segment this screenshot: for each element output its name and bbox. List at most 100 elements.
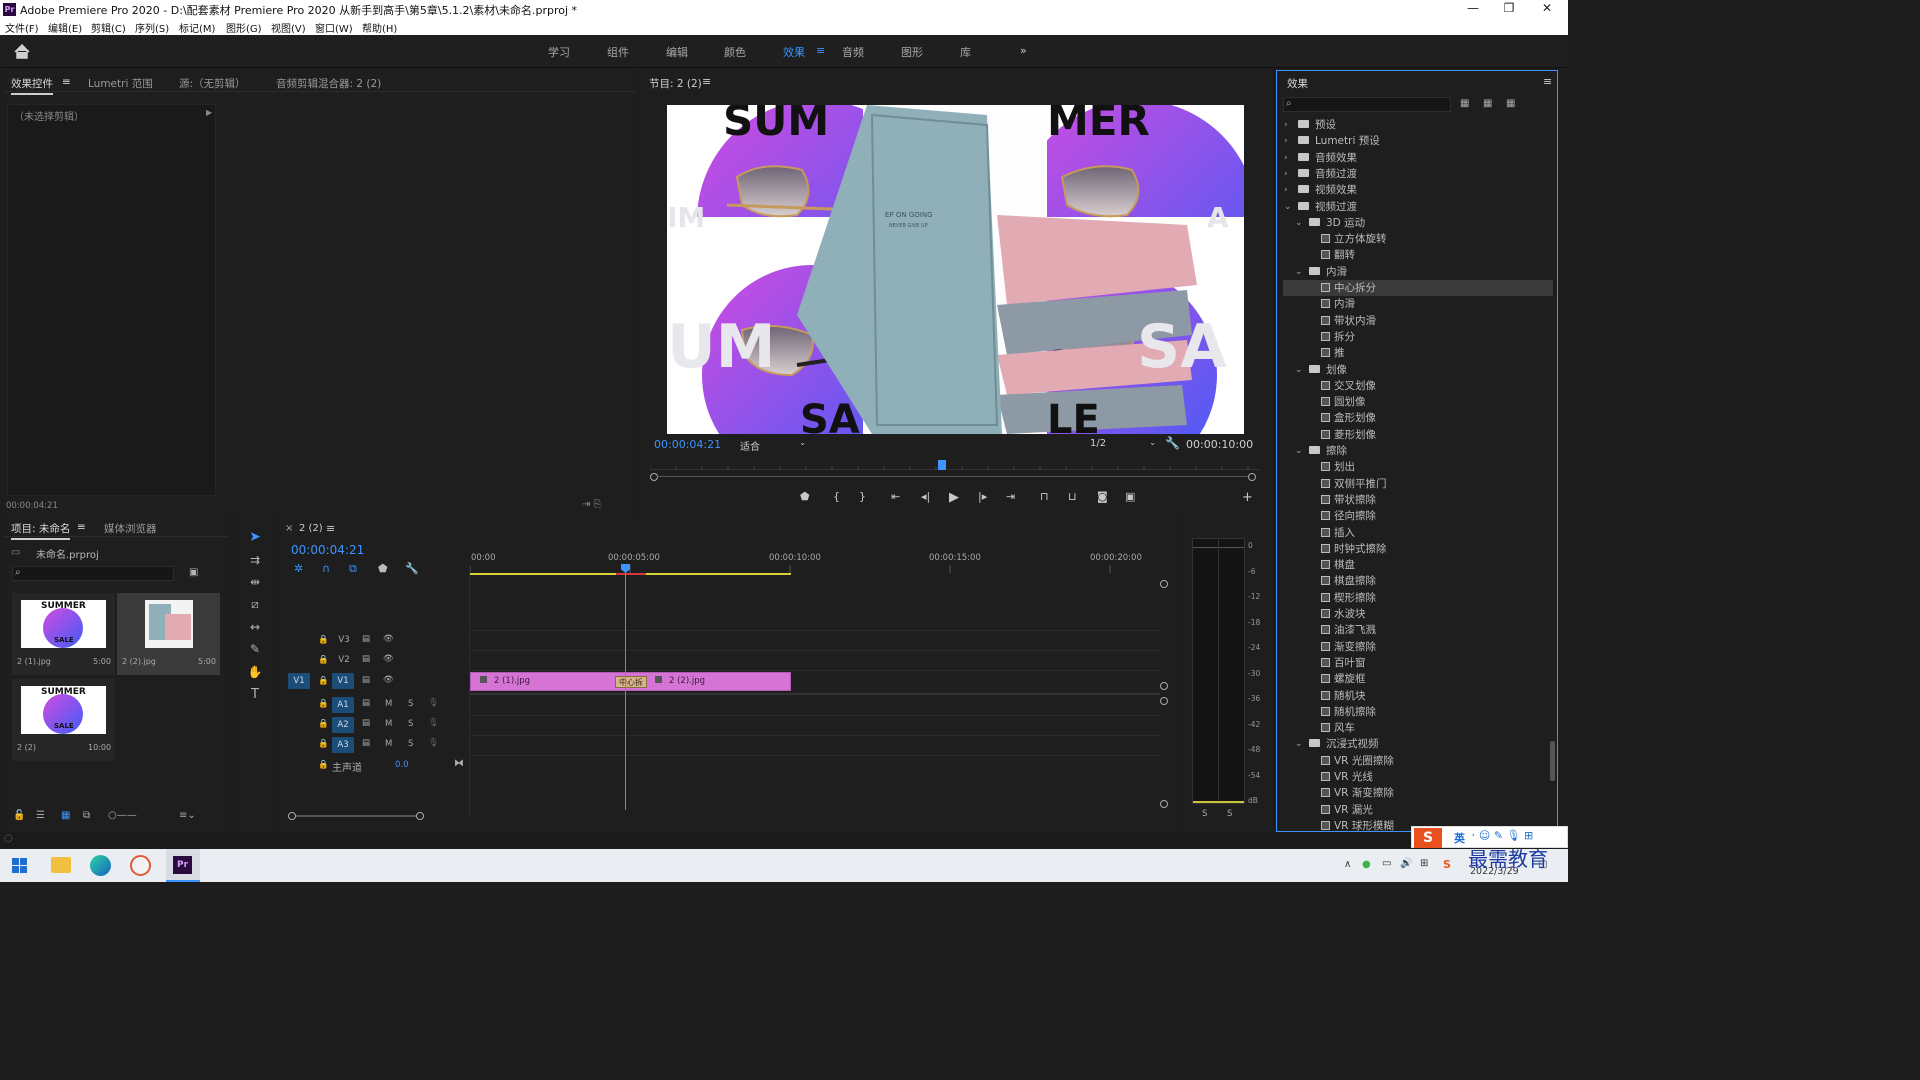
vscroll-handle-mid[interactable] (1160, 682, 1168, 690)
go-to-out-icon[interactable]: ⇥ (1006, 490, 1015, 503)
effects-item[interactable]: 内滑 (1283, 296, 1553, 312)
effects-item[interactable]: 盒形划像 (1283, 410, 1553, 426)
chevron-right-icon[interactable]: › (1284, 133, 1292, 149)
track-label-v3[interactable]: V3 (336, 635, 352, 645)
program-playhead-icon[interactable] (938, 460, 946, 470)
eye-icon[interactable]: 👁 (383, 675, 394, 685)
sync-lock-icon[interactable]: ▤ (362, 718, 370, 728)
sogou-logo-icon[interactable]: S (1414, 828, 1442, 848)
effects-item[interactable]: 棋盘擦除 (1283, 573, 1553, 589)
minimize-button[interactable]: — (1454, 0, 1492, 19)
add-button-icon[interactable]: + (1242, 490, 1253, 505)
lock-icon[interactable]: 🔓 (13, 810, 25, 821)
effects-item[interactable]: 渐变擦除 (1283, 639, 1553, 655)
track-label-a3[interactable]: A3 (332, 737, 354, 753)
menu-graphics[interactable]: 图形(G) (226, 20, 262, 35)
track-label-v1[interactable]: V1 (332, 673, 354, 689)
extract-icon[interactable]: ⊔ (1068, 490, 1077, 503)
chevron-right-icon[interactable]: › (1284, 182, 1292, 198)
program-video-frame[interactable]: EP ON GOING NEVER GIVE UP IM A UM SA SUM… (667, 105, 1244, 434)
tab-media-browser[interactable]: 媒体浏览器 (104, 521, 157, 536)
effects-folder[interactable]: ⌄ 擦除 (1283, 443, 1553, 459)
effects-item[interactable]: 立方体旋转 (1283, 231, 1553, 247)
mute-button[interactable]: M (385, 699, 392, 709)
track-label-v2[interactable]: V2 (336, 655, 352, 665)
effects-item[interactable]: VR 渐变擦除 (1283, 785, 1553, 801)
vscroll-handle-top[interactable] (1160, 580, 1168, 588)
timeline-timecode[interactable]: 00:00:04:21 (291, 543, 364, 557)
effects-menu-icon[interactable]: ≡ (1543, 75, 1552, 88)
close-sequence-icon[interactable]: × (285, 523, 293, 534)
wrench-icon[interactable]: 🔧 (1165, 436, 1180, 450)
track-select-tool-icon[interactable]: ⇉ (242, 553, 268, 567)
effects-folder[interactable]: ⌄ 视频过渡 (1283, 199, 1553, 215)
meter-solo-left[interactable]: S (1202, 809, 1207, 819)
tray-chevron-icon[interactable]: ∧ (1344, 859, 1351, 870)
chevron-down-icon[interactable]: ⌄ (1295, 443, 1303, 459)
menu-clip[interactable]: 剪辑(C) (91, 20, 126, 35)
lock-icon[interactable]: 🔒 (318, 635, 329, 645)
expand-arrow-icon[interactable]: ▶ (206, 108, 212, 117)
linked-selection-icon[interactable]: ⧉ (349, 562, 357, 576)
chevron-down-icon[interactable]: ⌄ (1284, 199, 1292, 215)
project-item[interactable]: SUMMER SALE 2 (1).jpg 5:00 (12, 593, 115, 675)
effects-item[interactable]: VR 漏光 (1283, 802, 1553, 818)
lock-icon[interactable]: 🔒 (318, 719, 329, 729)
sync-lock-icon[interactable]: ▤ (362, 634, 370, 644)
effects-folder[interactable]: › 音频过渡 (1283, 166, 1553, 182)
sort-icon[interactable]: ≡⌄ (179, 810, 196, 821)
sync-lock-icon[interactable]: ▤ (362, 654, 370, 664)
ws-audio[interactable]: 音频 (842, 44, 864, 60)
list-view-icon[interactable]: ☰ (36, 810, 45, 821)
premiere-taskbar-button[interactable]: Pr (166, 849, 200, 882)
menu-window[interactable]: 窗口(W) (315, 20, 353, 35)
effects-folder[interactable]: ⌄ 沉浸式视频 (1283, 736, 1553, 752)
effects-item[interactable]: 油漆飞溅 (1283, 622, 1553, 638)
slip-tool-icon[interactable]: ↔ (242, 620, 268, 634)
ws-effects-menu-icon[interactable]: ≡ (816, 44, 825, 57)
project-item[interactable]: SUMMER SALE 2 (2) 10:00 (12, 679, 115, 761)
tab-effect-controls-menu-icon[interactable]: ≡ (62, 76, 71, 88)
ws-color[interactable]: 颜色 (724, 44, 746, 60)
effects-item[interactable]: 菱形划像 (1283, 427, 1553, 443)
volume-icon[interactable]: 🔊 (1400, 858, 1412, 869)
effects-item[interactable]: 圆划像 (1283, 394, 1553, 410)
chevron-down-icon[interactable]: ⌄ (1295, 362, 1303, 378)
type-tool-icon[interactable]: T (242, 687, 268, 702)
vscroll-handle-bottom[interactable] (1160, 800, 1168, 808)
effects-item[interactable]: 随机块 (1283, 688, 1553, 704)
new-bin-icon[interactable]: ▣ (189, 567, 198, 578)
mark-out-icon[interactable]: } (859, 490, 866, 503)
pen-tool-icon[interactable]: ✎ (242, 642, 268, 656)
effects-item[interactable]: VR 光线 (1283, 769, 1553, 785)
effects-folder[interactable]: › 音频效果 (1283, 150, 1553, 166)
menu-file[interactable]: 文件(F) (5, 20, 39, 35)
effects-item[interactable]: 拆分 (1283, 329, 1553, 345)
master-volume[interactable]: 0.0 (395, 760, 409, 770)
compare-icon[interactable]: ▣ (1125, 490, 1135, 503)
vscroll-handle-a[interactable] (1160, 697, 1168, 705)
effects-item[interactable]: 螺旋框 (1283, 671, 1553, 687)
master-expand-icon[interactable]: ⧓ (454, 758, 464, 769)
export-icon[interactable]: ⇥ ⎘ (582, 499, 602, 510)
source-patch-v1[interactable]: V1 (288, 673, 310, 689)
timeline-settings-icon[interactable]: 🔧 (405, 562, 419, 575)
lift-icon[interactable]: ⊓ (1040, 490, 1049, 503)
chevron-down-icon[interactable]: ⌄ (1295, 264, 1303, 280)
tab-audio-clip-mixer[interactable]: 音频剪辑混合器: 2 (2) (276, 76, 381, 91)
maximize-button[interactable]: ❐ (1490, 0, 1528, 19)
play-icon[interactable]: ▶ (949, 490, 959, 505)
sync-lock-icon[interactable]: ▤ (362, 698, 370, 708)
selection-tool-icon[interactable]: ➤ (242, 529, 268, 549)
effects-item[interactable]: 风车 (1283, 720, 1553, 736)
mute-button[interactable]: M (385, 739, 392, 749)
ws-assembly[interactable]: 组件 (607, 44, 629, 60)
ime-tools-icons[interactable]: ˒ ☺ ✎ 🎙 ⊞ (1472, 829, 1533, 842)
effects-search-input[interactable]: ⌕ (1283, 97, 1451, 112)
chevron-down-icon[interactable]: ⌄ (1295, 215, 1303, 231)
mic-icon[interactable]: 🎙 (428, 738, 439, 748)
windows-start-icon[interactable] (12, 858, 27, 873)
tab-effect-controls[interactable]: 效果控件 (11, 76, 53, 95)
meter-solo-right[interactable]: S (1227, 809, 1232, 819)
tab-source[interactable]: 源:（无剪辑） (179, 76, 246, 91)
